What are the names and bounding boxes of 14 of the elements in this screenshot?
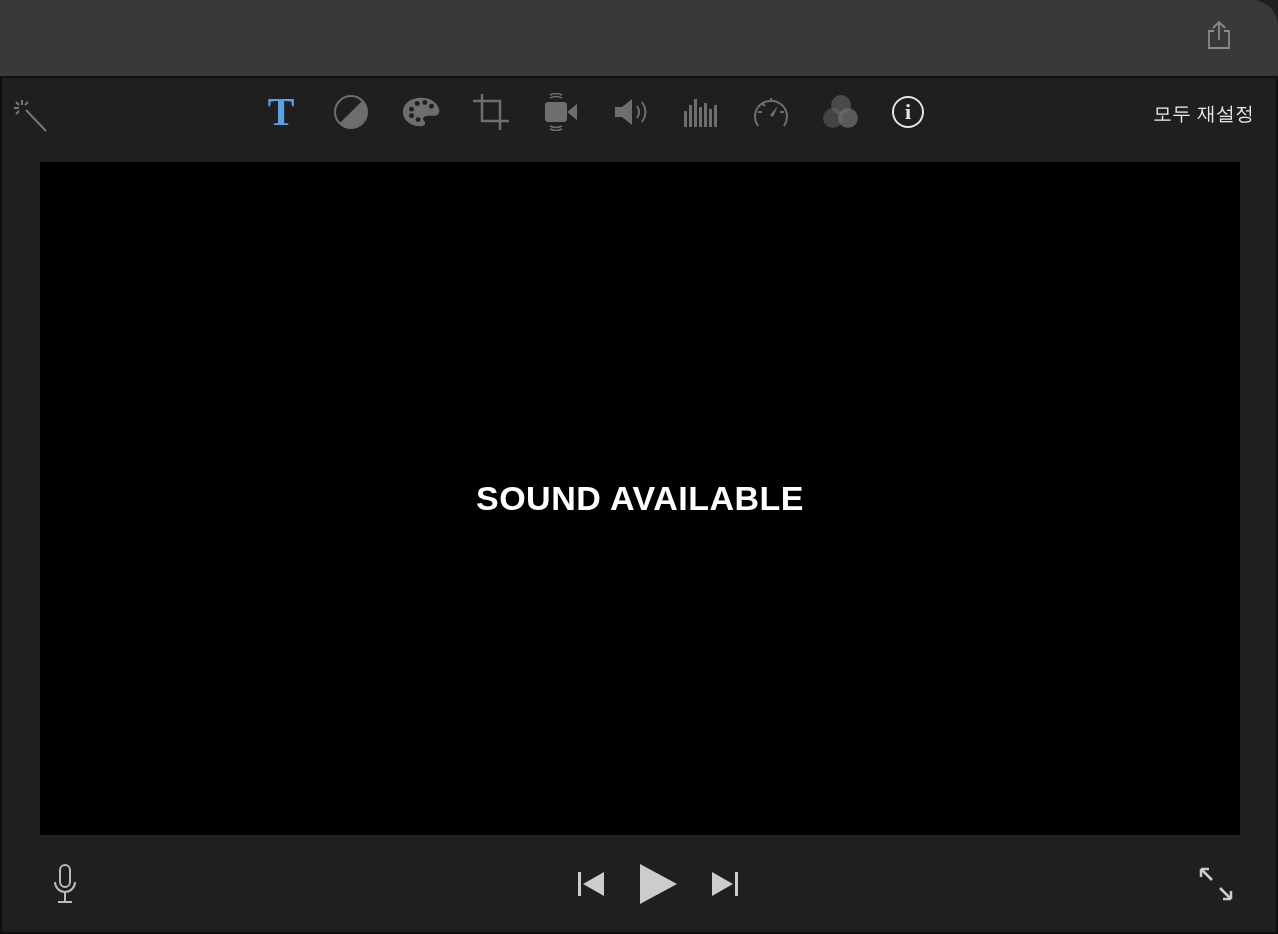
expand-icon[interactable] [1198,865,1234,902]
info-button[interactable]: i [892,96,924,128]
share-button[interactable] [1206,20,1232,50]
video-camera-icon[interactable] [542,93,580,131]
play-icon[interactable] [638,862,678,905]
title-caption: SOUND AVAILABLE [476,479,804,518]
reset-all-button[interactable]: 모두 재설정 [1152,101,1254,127]
skip-forward-icon[interactable] [710,869,740,898]
title-button[interactable]: T [262,93,300,131]
crop-icon[interactable] [472,93,510,131]
microphone-icon[interactable] [52,863,78,904]
overlapping-circles-icon[interactable] [822,93,860,131]
skip-back-icon[interactable] [576,869,606,898]
contrast-icon[interactable] [332,93,370,131]
